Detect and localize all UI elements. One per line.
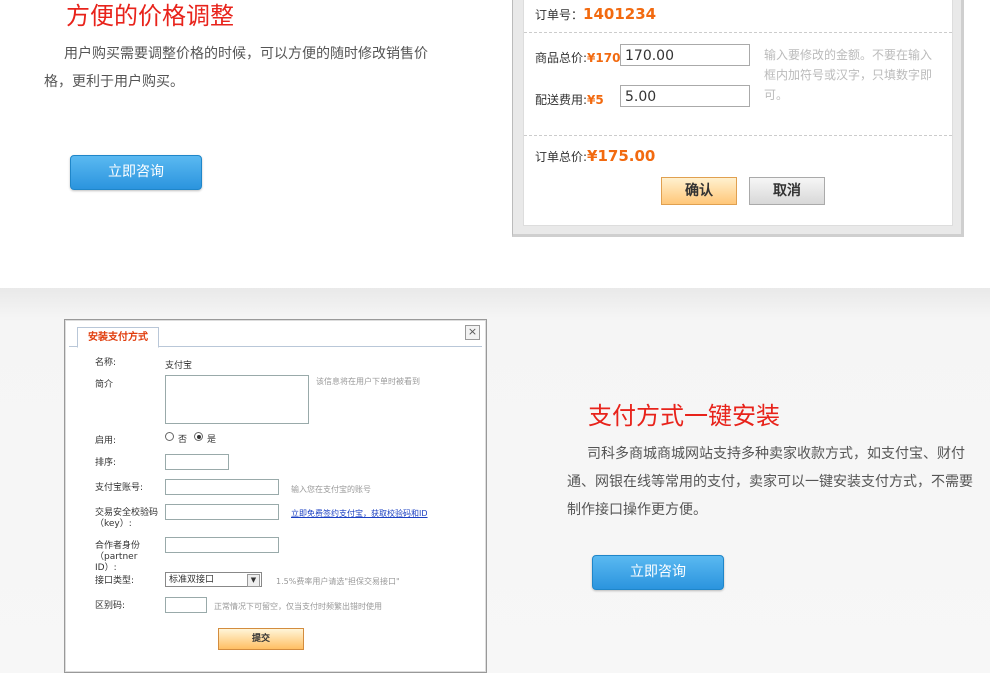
sort-label: 排序:: [95, 458, 117, 468]
radio-yes-label: 是: [207, 435, 217, 445]
intro-label: 简介: [95, 380, 114, 390]
cancel-button[interactable]: 取消: [749, 177, 825, 205]
consult-button[interactable]: 立即咨询: [592, 555, 724, 590]
partner-input[interactable]: [165, 537, 279, 553]
shipping-amount: ¥5: [587, 93, 604, 107]
account-label: 支付宝账号:: [95, 483, 144, 493]
payment-install-title: 支付方式一键安装: [588, 402, 780, 430]
tab-install-payment[interactable]: 安装支付方式: [77, 327, 159, 348]
order-total: 订单总价:¥175.00: [535, 147, 655, 165]
sort-input[interactable]: [165, 454, 229, 470]
order-number-value: 1401234: [583, 5, 657, 23]
consult-button[interactable]: 立即咨询: [70, 155, 202, 190]
chevron-down-icon: ▼: [247, 574, 260, 587]
shipping-label: 配送费用:: [535, 93, 588, 107]
code-label: 区别码:: [95, 601, 126, 611]
partner-label: 合作者身份（partner ID）:: [95, 541, 141, 573]
key-label: 交易安全校验码（key）:: [95, 508, 159, 529]
alipay-signup-link[interactable]: 立即免费签约支付宝，获取校验码和ID: [291, 508, 428, 519]
order-number: 订单号：1401234: [535, 5, 656, 23]
divider: [524, 32, 952, 33]
price-adjust-section: 方便的价格调整 用户购买需要调整价格的时候，可以方便的随时修改销售价格，更利于用…: [0, 0, 990, 288]
intro-textarea[interactable]: [165, 375, 309, 424]
price-input-hint: 输入要修改的金额。不要在输入框内加符号或汉字，只填数字即可。: [764, 48, 933, 102]
goods-total-row: 商品总价:¥170: [535, 49, 620, 66]
interface-select[interactable]: 标准双接口 ▼: [165, 572, 262, 587]
goods-total-label: 商品总价:: [535, 51, 588, 65]
interface-label: 接口类型:: [95, 576, 135, 586]
payment-install-section: 安装支付方式 × 名称: 支付宝 简介 该信息将在用户下单时被看到 启用: 否 …: [0, 288, 990, 673]
price-adjust-form: 订单号：1401234 商品总价:¥170 170.00 配送费用:¥5 5.0…: [523, 0, 953, 226]
payment-install-description: 司科多商城商城网站支持多种卖家收款方式，如支付宝、财付通、网银在线等常用的支付，…: [567, 446, 973, 518]
code-input[interactable]: [165, 597, 207, 613]
account-input[interactable]: [165, 479, 279, 495]
intro-hint: 该信息将在用户下单时被看到: [316, 377, 420, 386]
order-number-label: 订单号：: [535, 8, 584, 22]
key-input[interactable]: [165, 504, 279, 520]
name-value: 支付宝: [165, 361, 193, 371]
interface-hint: 1.5%费率用户请选"担保交易接口": [276, 577, 400, 586]
enable-label: 启用:: [95, 436, 117, 446]
order-total-value: ¥175.00: [587, 147, 656, 165]
close-icon[interactable]: ×: [465, 325, 480, 340]
price-adjust-panel: 订单号：1401234 商品总价:¥170 170.00 配送费用:¥5 5.0…: [512, 0, 964, 237]
shipping-input[interactable]: 5.00: [620, 85, 750, 107]
radio-no-label: 否: [178, 435, 188, 445]
order-total-label: 订单总价:: [535, 150, 588, 164]
price-adjust-description: 用户购买需要调整价格的时候，可以方便的随时修改销售价格，更利于用户购买。: [44, 46, 428, 90]
dialog-tabbar: 安装支付方式: [69, 324, 482, 348]
interface-select-value: 标准双接口: [169, 575, 215, 585]
radio-yes[interactable]: [194, 432, 203, 441]
goods-total-amount: ¥170: [587, 51, 621, 65]
submit-button[interactable]: 提交: [218, 628, 304, 650]
account-hint: 输入您在支付宝的账号: [291, 485, 371, 494]
install-payment-dialog: 安装支付方式 × 名称: 支付宝 简介 该信息将在用户下单时被看到 启用: 否 …: [64, 319, 487, 673]
goods-total-input[interactable]: 170.00: [620, 44, 750, 66]
code-hint: 正常情况下可留空，仅当支付时频繁出错时使用: [214, 602, 382, 611]
price-adjust-title: 方便的价格调整: [66, 2, 234, 30]
divider: [524, 135, 952, 136]
radio-no[interactable]: [165, 432, 174, 441]
confirm-button[interactable]: 确认: [661, 177, 737, 205]
name-label: 名称:: [95, 358, 117, 368]
shipping-row: 配送费用:¥5: [535, 91, 604, 108]
